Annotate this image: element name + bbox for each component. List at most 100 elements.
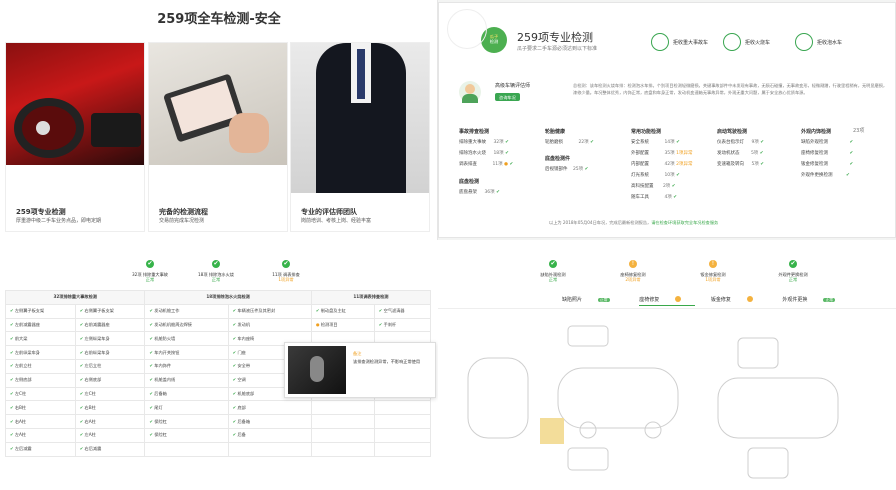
table-cell: ✔ 左前减震器座	[5, 317, 76, 333]
table-header: 32项排除重大事故检测	[4, 290, 146, 305]
exterior-check-panel: ✔ 缺陷外观检测 正常 ! 座椅修复检测 2项异常 ! 钣金修复检测 1项异常 ✔ 外观件更换…	[438, 240, 896, 490]
table-cell: ✔ 发动机	[227, 317, 312, 333]
assessor-image	[291, 43, 429, 193]
col-title: 轮胎健康	[545, 129, 566, 135]
table-cell: ✔ 车内开关按钮	[144, 345, 229, 360]
table-cell	[373, 414, 432, 429]
summary-item: ✔ 18项 排除泡水火烧 正常	[198, 260, 234, 283]
table-cell: ✔ 左前纵梁车身	[5, 345, 76, 360]
summary-item: ! 座椅修复检测 2项异常	[620, 260, 646, 283]
table-cell: ✔ 右侧翼子板支架	[74, 303, 146, 319]
col-title: 底盘检测件	[545, 156, 571, 162]
table-header: 18项排除泡水火烧检测	[144, 290, 312, 305]
table-cell	[373, 441, 432, 457]
table-cell: ✔ 右后减震	[74, 441, 146, 457]
car-side-view	[557, 367, 679, 429]
header-no-accident: 拒收重大事故车	[673, 40, 709, 46]
table-cell: ✔ 右B柱	[5, 400, 76, 416]
feature-card-process: 完备的检测流程 交易前完成车况检测	[148, 42, 288, 232]
table-cell: ✔ 右A柱	[5, 414, 76, 429]
damage-area	[540, 418, 564, 444]
tab-sheet-metal[interactable]: 钣金修复	[711, 296, 767, 303]
table-cell: ✔ 机舱盖内线	[144, 372, 229, 388]
card-desc: 交易前完成车况检测	[159, 218, 205, 224]
table-cell: ● 检测项目	[310, 317, 375, 333]
avatar	[459, 81, 481, 103]
card-desc: 厚重游中级二手车业务点品，即电定期	[16, 218, 102, 224]
summary-item: ✔ 11项 调表排查 1项异常	[272, 260, 300, 283]
service-link[interactable]: 请在检查环境获取完全车况检查服务	[651, 220, 718, 225]
table-cell	[227, 441, 312, 457]
feature-card-team: 专业的评估师团队 岗前培训、考核上岗、经验丰富	[290, 42, 430, 232]
car-top-view	[467, 357, 529, 439]
tab-defect-photo[interactable]: 缺陷照片 正常	[562, 297, 624, 303]
table-cell: ✔ 手刹杆	[373, 317, 432, 333]
card-title: 完备的检测流程	[159, 208, 208, 216]
report-title: 259项专业检测	[517, 31, 593, 44]
table-cell: ✔ 尾灯	[144, 400, 229, 416]
table-cell: ✔ 机舱防火墙	[144, 331, 229, 347]
tab-exterior-replace[interactable]: 外观件更换 正常	[782, 297, 849, 303]
header-no-flood: 拒收泡水车	[817, 40, 843, 46]
col-title: 常用功能检测	[631, 129, 662, 135]
table-cell: ✔ 左A柱	[74, 427, 146, 443]
table-row: ✔ 左前减震器座 ✔ 右前减震器座 ✔ 发动机机舱周边焊接 ✔ 发动机 ● 检测项目 ✔ …	[5, 317, 432, 333]
table-cell	[310, 400, 375, 416]
table-cell: ✔ 左前立柱	[5, 358, 76, 374]
table-cell: ✔ 后备箱	[144, 386, 229, 402]
header-no-fire: 拒收火烧车	[745, 40, 771, 46]
car-interior-image	[6, 43, 144, 165]
gearshift-image	[288, 346, 346, 394]
col-title: 事故排查检测	[459, 129, 490, 135]
table-cell	[310, 427, 375, 443]
summary-item: ✔ 32项 排除重大事故 正常	[132, 260, 168, 283]
table-cell: ✔ 发动机舱工作	[144, 303, 229, 319]
table-cell: ✔ 右前纵梁车身	[74, 345, 146, 360]
tab-bar: 缺陷照片 正常 座椅修复 钣金修复 外观件更换 正常	[562, 296, 863, 306]
table-cell: ✔ 左C柱	[5, 386, 76, 402]
table-cell: ✔ 后备	[227, 427, 312, 443]
summary-item: ✔ 缺陷外观检测 正常	[540, 260, 566, 283]
feature-card-inspection: 259项专业检测 厚重游中级二手车业务点品，即电定期	[5, 42, 145, 232]
col-title: 底盘检测	[459, 179, 480, 185]
table-cell: ✔ 前大梁	[5, 331, 76, 347]
card-title: 259项专业检测	[16, 208, 66, 216]
no-flood-icon	[795, 33, 813, 51]
card-title: 专业的评估师团队	[301, 208, 357, 216]
report-subtitle: 瓜子要求二手车源必须达到以下标准	[517, 46, 598, 52]
table-cell	[373, 427, 432, 443]
table-cell: ✔ 发动机机舱周边焊接	[144, 317, 229, 333]
table-cell: ✔ 制动盘及主缸	[310, 303, 375, 319]
table-cell: ✔ 右B柱	[74, 400, 146, 416]
summary-text: 总检测：该车检测火烧车排：检测泡水车排。个别项目检测轻微磨损，关键事故部件中未发…	[573, 83, 888, 95]
table-cell: ✔ 左后减震	[5, 441, 76, 457]
accident-check-panel: ✔ 32项 排除重大事故 正常 ✔ 18项 排除泡水火烧 正常 ✔ 11项 调表…	[0, 240, 438, 490]
assessor-label: 高级车辆评估师	[495, 83, 531, 89]
summary-item: ✔ 外观件更换检测 正常	[778, 260, 808, 283]
table-cell: ✔ 左侧底部	[5, 372, 76, 388]
table-row: ✔ 左后减震 ✔ 右后减震	[5, 441, 432, 457]
table-cell: ✔ 空气滤清器	[373, 303, 432, 319]
table-cell: ✔ 右A柱	[74, 414, 146, 429]
table-cell	[310, 441, 375, 457]
no-fire-icon	[723, 33, 741, 51]
table-row: ✔ 左A柱 ✔ 左A柱 ✔ 保险杠 ✔ 后备	[5, 427, 432, 443]
tab-seat-repair[interactable]: 座椅修复	[639, 296, 696, 306]
page-title: 259项全车检测-安全	[157, 12, 281, 27]
call-button[interactable]: 咨询车况	[495, 93, 520, 102]
table-header: 11项调表排查检测	[310, 290, 432, 305]
table-cell: ✔ 左侧纵梁车身	[74, 331, 146, 347]
col-title: 外观内饰检测	[801, 129, 832, 135]
table-cell: ✔ 底部	[227, 400, 312, 416]
tablet-image	[149, 43, 287, 165]
table-cell: ✔ 右前减震器座	[74, 317, 146, 333]
table-cell: ✔ 保险杠	[144, 414, 229, 429]
popup-note: 备注 该排查测检测异常，不影响正常使用	[284, 342, 436, 398]
table-cell: ✔ 后备箱	[227, 414, 312, 429]
no-accident-icon	[651, 33, 669, 51]
car-diagram	[467, 325, 839, 479]
table-cell	[310, 414, 375, 429]
table-cell: ✔ 左侧翼子板支架	[5, 303, 76, 319]
table-cell	[373, 400, 432, 416]
table-cell: ✔ 左A柱	[5, 427, 76, 443]
